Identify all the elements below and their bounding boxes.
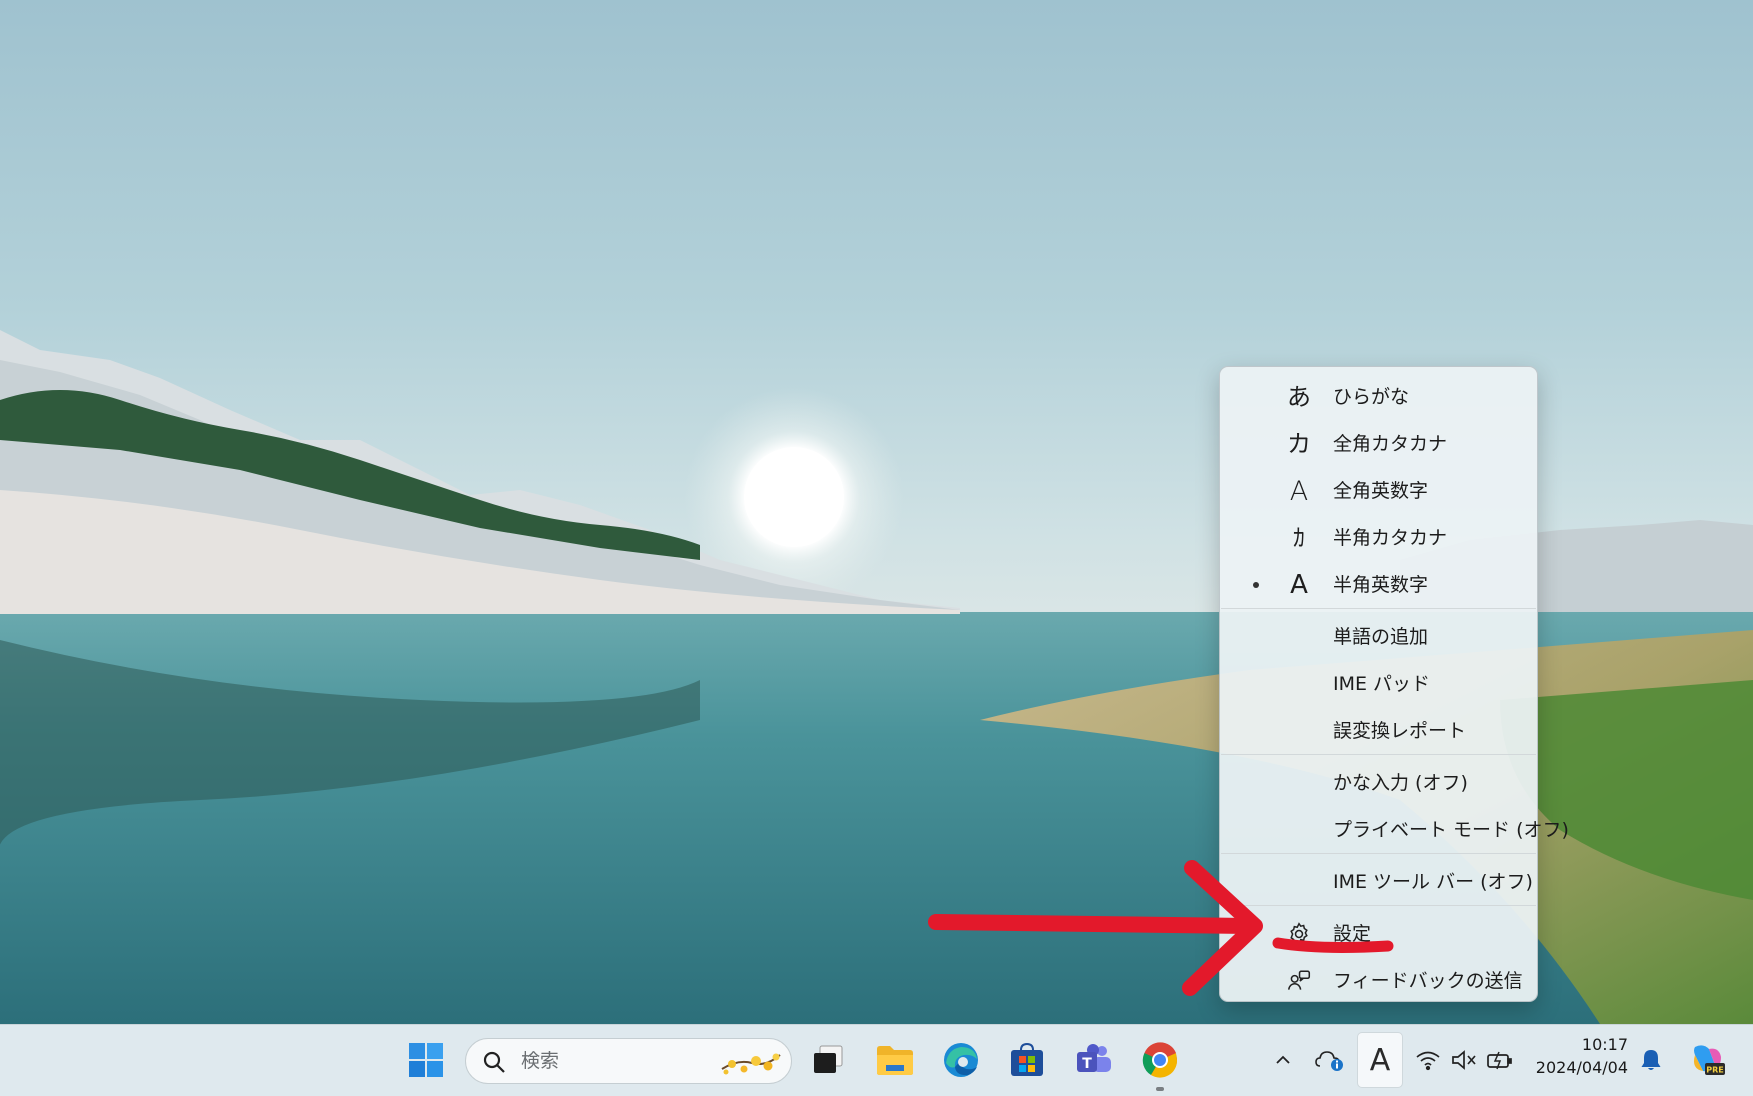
menu-item-label: IME パッド [1333,673,1431,695]
menu-item-label: IME ツール バー (オフ) [1333,871,1533,893]
taskbar-search-box[interactable]: 検索 [465,1038,792,1084]
clock-time: 10:17 [1581,1035,1628,1054]
teams-icon: T [1077,1044,1111,1072]
search-icon [483,1051,505,1073]
menu-item-settings[interactable]: 設定 [1225,912,1532,956]
wifi-icon [1416,1051,1440,1071]
store-bag-icon [1011,1042,1043,1076]
microsoft-store-button[interactable] [1002,1035,1052,1085]
menu-item-kana-input[interactable]: かな入力 (オフ) [1225,761,1532,805]
search-placeholder: 検索 [521,1050,560,1072]
menu-item-label: 単語の追加 [1333,626,1429,648]
halfwidth-katakana-icon: ｶ [1293,524,1305,552]
chrome-button[interactable] [1135,1035,1185,1091]
volume-muted-icon [1452,1050,1476,1070]
bell-icon [1641,1050,1661,1070]
menu-separator [1221,754,1536,755]
menu-item-label: 全角英数字 [1333,480,1429,502]
menu-item-label: ひらがな [1333,386,1410,408]
menu-separator [1221,608,1536,609]
copilot-button[interactable]: PRE [1686,1041,1728,1079]
menu-item-label: フィードバックの送信 [1333,970,1523,992]
onedrive-info-icon [1315,1051,1343,1071]
menu-item-label: プライベート モード (オフ) [1333,819,1569,841]
taskbar: 検索 T A 10:17 2024/04/04 PRE [0,1024,1753,1096]
ime-context-menu: あ ひらがな カ 全角カタカナ A 全角英数字 ｶ 半角カタカナ A 半角英数字… [1219,366,1569,1003]
network-tray-button[interactable] [1411,1041,1445,1079]
feedback-icon [1281,963,1317,999]
menu-item-hiragana[interactable]: あ ひらがな [1225,375,1532,419]
menu-item-ime-pad[interactable]: IME パッド [1225,662,1532,706]
menu-separator [1221,853,1536,854]
copilot-pre-icon: PRE [1694,1045,1725,1075]
menu-item-send-feedback[interactable]: フィードバックの送信 [1225,959,1532,1003]
hiragana-icon: あ [1287,383,1311,411]
menu-item-fullwidth-alphanumeric[interactable]: A 全角英数字 [1225,469,1532,513]
menu-item-label: かな入力 (オフ) [1333,772,1468,794]
battery-tray-button[interactable] [1483,1041,1517,1079]
selected-bullet-icon [1253,582,1259,588]
teams-button[interactable]: T [1069,1035,1119,1085]
edge-browser-icon [944,1043,978,1077]
search-highlight-blossom-icon [721,1053,781,1075]
chrome-icon [1142,1042,1178,1078]
clock-date: 2024/04/04 [1535,1058,1628,1077]
menu-item-halfwidth-katakana[interactable]: ｶ 半角カタカナ [1225,516,1532,560]
menu-item-label: 全角カタカナ [1333,433,1448,455]
ime-mode-indicator[interactable]: A [1357,1032,1403,1088]
task-view-button[interactable] [803,1035,853,1085]
katakana-icon: カ [1287,430,1311,458]
menu-item-halfwidth-alphanumeric[interactable]: A 半角英数字 [1225,563,1532,607]
halfwidth-a-icon: A [1290,570,1308,600]
gear-icon [1281,916,1317,952]
menu-item-label: 半角英数字 [1333,574,1429,596]
onedrive-tray-button[interactable] [1313,1041,1347,1079]
menu-item-add-word[interactable]: 単語の追加 [1225,615,1532,659]
menu-separator [1221,905,1536,906]
file-explorer-button[interactable] [870,1035,920,1085]
menu-item-label: 誤変換レポート [1333,720,1467,742]
menu-item-label: 半角カタカナ [1333,527,1448,549]
menu-item-label: 設定 [1333,923,1372,945]
show-hidden-icons-button[interactable] [1266,1041,1300,1079]
start-button[interactable] [401,1035,451,1085]
menu-item-ime-toolbar[interactable]: IME ツール バー (オフ) [1225,860,1533,904]
windows-logo-icon [409,1043,443,1077]
notifications-button[interactable] [1634,1041,1668,1079]
battery-charging-icon [1487,1051,1512,1070]
fullwidth-a-icon: A [1289,475,1309,507]
menu-item-conversion-report[interactable]: 誤変換レポート [1225,709,1532,753]
folder-icon [877,1046,913,1075]
running-indicator [1156,1087,1164,1091]
edge-button[interactable] [936,1035,986,1085]
chevron-up-icon [1276,1055,1290,1064]
svg-text:T: T [1082,1056,1092,1072]
volume-tray-button[interactable] [1447,1041,1481,1079]
menu-item-fullwidth-katakana[interactable]: カ 全角カタカナ [1225,422,1532,466]
menu-item-private-mode[interactable]: プライベート モード (オフ) [1225,808,1569,852]
clock-button[interactable]: 10:17 2024/04/04 [1532,1033,1628,1079]
task-view-icon [814,1045,843,1073]
svg-text:PRE: PRE [1706,1066,1724,1075]
